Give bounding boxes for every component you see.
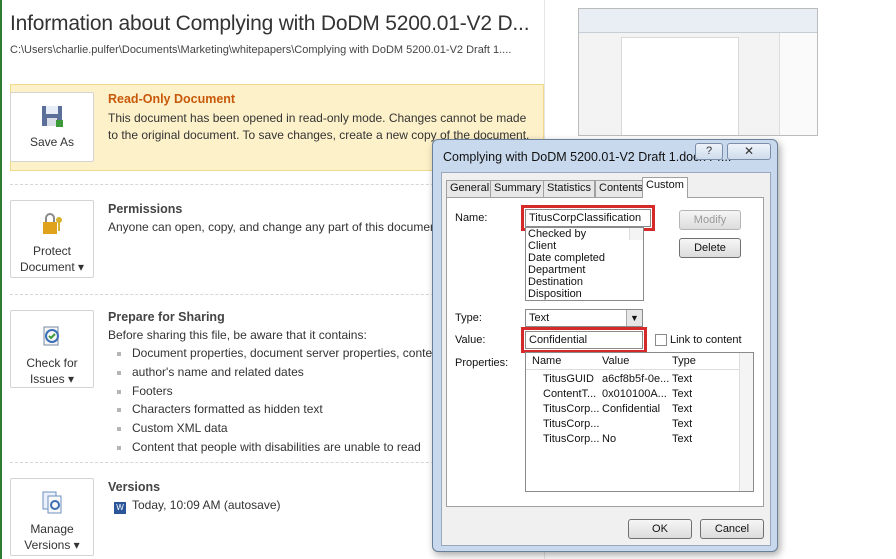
manage-label-2: Versions ▾ — [24, 538, 80, 552]
word-doc-icon: W — [114, 502, 126, 514]
row-value: Confidential — [602, 403, 661, 415]
file-path: C:\Users\charlie.pulfer\Documents\Market… — [10, 44, 512, 56]
row-type: Text — [672, 403, 693, 415]
tab-contents[interactable]: Contents — [595, 180, 648, 197]
page-title: Information about Complying with DoDM 52… — [10, 12, 530, 35]
row-name: TitusCorp... — [543, 433, 600, 445]
name-list[interactable]: Checked by Client Date completed Departm… — [525, 227, 644, 301]
type-label: Type: — [455, 312, 482, 324]
list-item[interactable]: Disposition — [526, 288, 643, 300]
row-type: Text — [672, 418, 693, 430]
thumbnail-ribbon — [579, 9, 817, 33]
table-row[interactable]: TitusCorp... No Text — [526, 433, 753, 448]
tab-statistics[interactable]: Statistics — [543, 180, 596, 197]
protect-document-button[interactable]: Protect Document ▾ — [10, 200, 94, 278]
type-select[interactable]: Text ▼ — [525, 309, 643, 327]
column-name[interactable]: Name — [532, 355, 561, 367]
delete-button[interactable]: Delete — [679, 238, 741, 258]
list-item: Content that people with disabilities ar… — [114, 440, 449, 459]
list-item[interactable]: Client — [526, 240, 643, 252]
row-type: Text — [672, 433, 693, 445]
version-entry[interactable]: W Today, 10:09 AM (autosave) — [114, 498, 281, 514]
tab-summary[interactable]: Summary — [490, 180, 546, 197]
link-to-content-checkbox[interactable] — [655, 334, 667, 346]
save-as-label: Save As — [29, 135, 75, 149]
row-type: Text — [672, 373, 693, 385]
list-item[interactable]: Date completed — [526, 252, 643, 264]
version-entry-label: Today, 10:09 AM (autosave) — [132, 498, 281, 512]
chevron-down-icon: ▼ — [626, 310, 642, 326]
row-value: a6cf8b5f-0e... — [602, 373, 670, 385]
ok-button[interactable]: OK — [628, 519, 692, 539]
list-item[interactable]: Destination — [526, 276, 643, 288]
link-to-content-label: Link to content — [670, 334, 742, 346]
name-label: Name: — [455, 212, 488, 224]
tab-general[interactable]: General — [446, 180, 494, 197]
row-name: TitusCorp... — [543, 403, 600, 415]
type-select-value: Text — [529, 312, 550, 324]
help-button[interactable]: ? — [695, 143, 723, 160]
check-for-issues-button[interactable]: Check for Issues ▾ — [10, 310, 94, 388]
value-field[interactable]: Confidential — [525, 331, 643, 349]
manage-versions-button[interactable]: Manage Versions ▾ — [10, 478, 94, 556]
document-thumbnail[interactable] — [578, 8, 818, 136]
manage-label-1: Manage — [30, 522, 74, 536]
protect-label-1: Protect — [32, 244, 71, 258]
versions-icon — [42, 491, 62, 514]
tab-custom[interactable]: Custom — [642, 177, 688, 198]
row-name: ContentT... — [543, 388, 597, 400]
inspect-document-icon — [43, 326, 59, 346]
sharing-list: Document properties, document server pro… — [114, 346, 449, 459]
column-type[interactable]: Type — [672, 355, 696, 367]
properties-label: Properties: — [455, 357, 509, 369]
protect-label-2: Document ▾ — [19, 260, 85, 274]
custom-panel: Name: TitusCorpClassification Checked by… — [446, 197, 764, 507]
properties-scrollbar[interactable] — [739, 353, 753, 491]
list-item: Document properties, document server pro… — [114, 346, 449, 365]
row-name: TitusGUID — [543, 373, 594, 385]
properties-table[interactable]: Name Value Type TitusGUID a6cf8b5f-0e...… — [525, 352, 754, 492]
list-item: Footers — [114, 384, 449, 403]
save-icon — [42, 106, 63, 127]
lock-key-icon — [43, 213, 62, 234]
row-name: TitusCorp... — [543, 418, 600, 430]
list-scrollbar[interactable] — [629, 228, 643, 240]
list-item: Characters formatted as hidden text — [114, 402, 449, 421]
row-value: 0x010100A... — [602, 388, 667, 400]
close-button[interactable]: ✕ — [727, 143, 771, 160]
row-value: No — [602, 433, 617, 445]
name-field[interactable]: TitusCorpClassification — [525, 209, 651, 227]
list-item[interactable]: Department — [526, 264, 643, 276]
properties-dialog: Complying with DoDM 5200.01-V2 Draft 1.d… — [432, 139, 778, 552]
thumbnail-page — [621, 37, 739, 135]
value-label: Value: — [455, 334, 486, 346]
table-row[interactable]: TitusGUID a6cf8b5f-0e... Text — [526, 373, 753, 388]
cancel-button[interactable]: Cancel — [700, 519, 764, 539]
table-row[interactable]: TitusCorp... Text — [526, 418, 753, 433]
check-label-1: Check for — [26, 356, 78, 370]
list-item: Custom XML data — [114, 421, 449, 440]
save-as-button[interactable]: Save As — [10, 92, 94, 162]
versions-title: Versions — [108, 480, 161, 494]
table-row[interactable]: ContentT... 0x010100A... Text — [526, 388, 753, 403]
list-item: author's name and related dates — [114, 365, 449, 384]
readonly-title: Read-Only Document — [108, 92, 236, 106]
permissions-title: Permissions — [108, 202, 183, 216]
column-value[interactable]: Value — [602, 355, 629, 367]
table-header: Name Value Type — [526, 353, 753, 370]
list-item[interactable]: Checked by — [526, 228, 643, 240]
modify-button[interactable]: Modify — [679, 210, 741, 230]
check-label-2: Issues ▾ — [29, 372, 75, 386]
thumbnail-sidebar — [779, 33, 817, 135]
dialog-title: Complying with DoDM 5200.01-V2 Draft 1.d… — [443, 150, 732, 164]
row-type: Text — [672, 388, 693, 400]
table-row[interactable]: TitusCorp... Confidential Text — [526, 403, 753, 418]
dialog-body: General Summary Statistics Contents Cust… — [441, 172, 771, 546]
sharing-title: Prepare for Sharing — [108, 310, 225, 324]
